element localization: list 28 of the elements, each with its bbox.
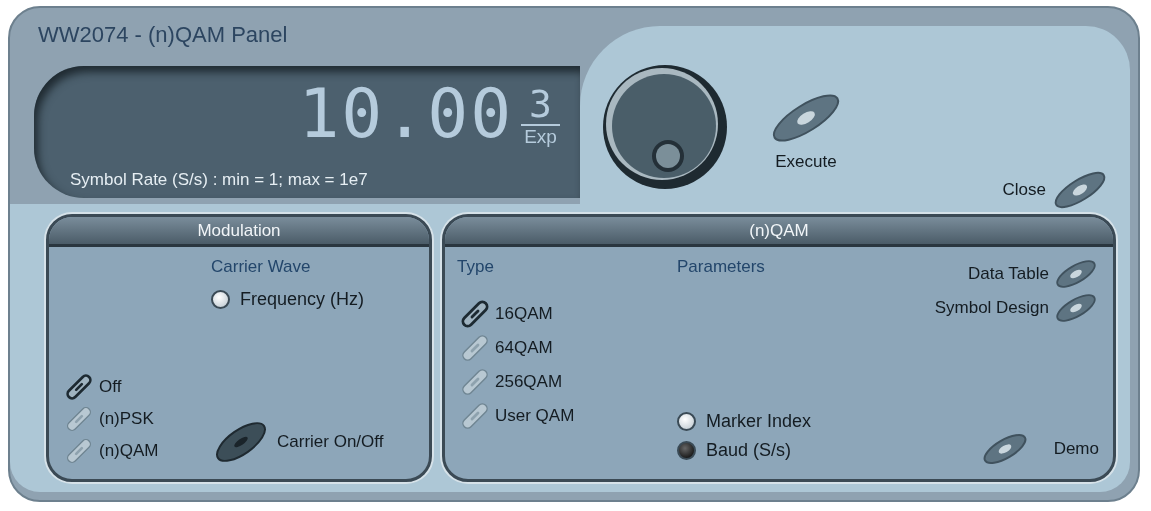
mode-option[interactable]: Off bbox=[61, 371, 211, 403]
mode-option[interactable]: (n)PSK bbox=[61, 403, 211, 435]
radio-option[interactable]: Marker Index bbox=[677, 411, 927, 432]
execute-button[interactable]: Execute bbox=[766, 88, 846, 172]
section-heading: Parameters bbox=[677, 257, 766, 277]
display-value: 10.00 bbox=[298, 74, 514, 154]
paddle-icon bbox=[1053, 291, 1099, 325]
paddle-icon bbox=[1053, 257, 1099, 291]
section-heading: Type bbox=[457, 257, 495, 277]
window-title: WW2074 - (n)QAM Panel bbox=[37, 21, 289, 49]
exponent-value: 3 bbox=[521, 84, 560, 126]
type-option[interactable]: 16QAM bbox=[457, 297, 553, 331]
carrier-toggle-button[interactable]: Carrier On/Off bbox=[211, 417, 415, 467]
action-button[interactable]: Symbol Design bbox=[934, 291, 1099, 325]
radio-option[interactable]: Baud (S/s) bbox=[677, 440, 927, 461]
close-button[interactable]: Close bbox=[1002, 168, 1110, 212]
section-heading: Carrier Wave bbox=[211, 257, 312, 277]
group-title: (n)QAM bbox=[445, 217, 1113, 247]
radio-option[interactable]: Frequency (Hz) bbox=[211, 289, 415, 310]
exponent-label: Exp bbox=[524, 126, 557, 148]
display-caption: Symbol Rate (S/s) : min = 1; max = 1e7 bbox=[70, 170, 369, 190]
demo-button[interactable]: Demo bbox=[979, 431, 1099, 467]
group-title: Modulation bbox=[49, 217, 429, 247]
mode-option[interactable]: (n)QAM bbox=[61, 435, 211, 467]
action-button[interactable]: Data Table bbox=[968, 257, 1099, 291]
type-option[interactable]: User QAM bbox=[457, 399, 575, 433]
type-option[interactable]: 64QAM bbox=[457, 331, 553, 365]
type-option[interactable]: 256QAM bbox=[457, 365, 563, 399]
